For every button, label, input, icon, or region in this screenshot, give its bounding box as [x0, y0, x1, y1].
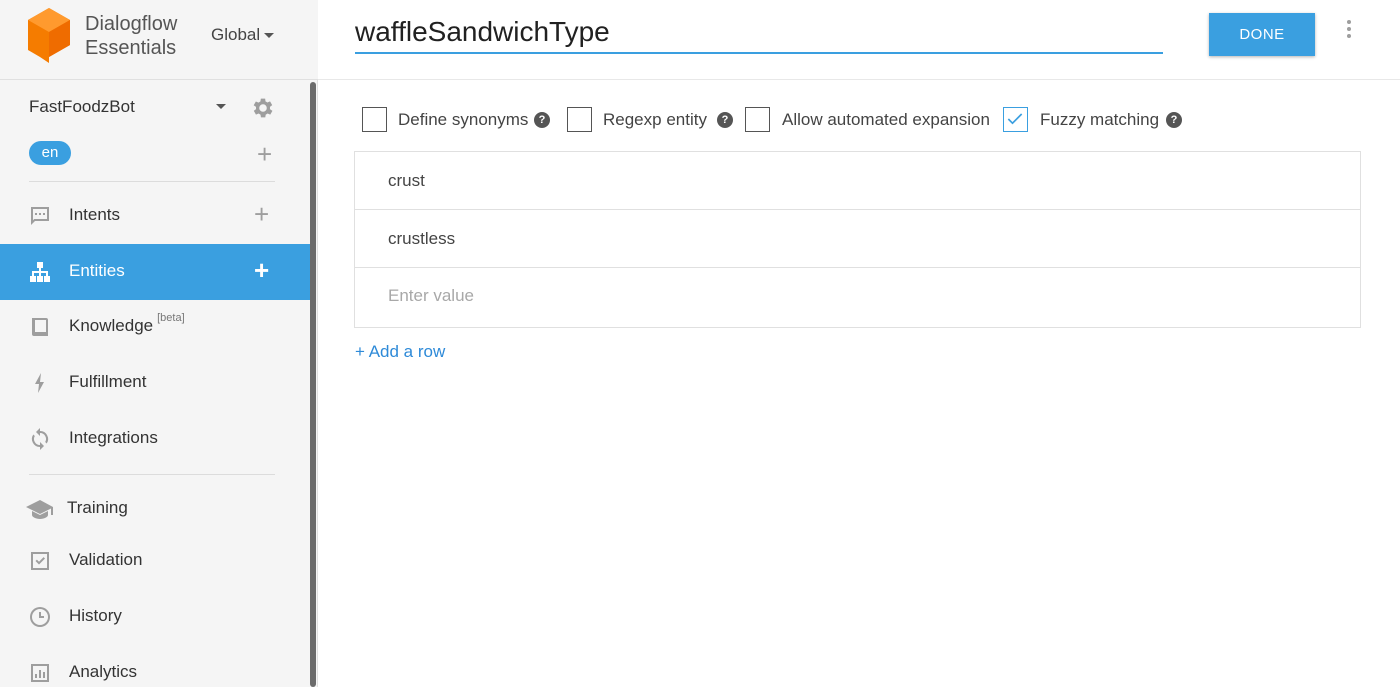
sidebar-item-label: Integrations	[69, 428, 158, 447]
more-options-icon[interactable]	[1344, 20, 1354, 44]
sidebar-item-label: Validation	[69, 550, 143, 569]
sidebar-item-label: History	[69, 606, 122, 625]
done-button[interactable]: DONE	[1209, 13, 1315, 56]
product-name-line2: Essentials	[85, 37, 177, 59]
sync-icon	[31, 428, 49, 450]
knowledge-label: Knowledge	[69, 316, 154, 335]
sidebar-item-label: Entities	[69, 261, 125, 280]
sidebar: Dialogflow Essentials Global FastFoodzBo…	[0, 0, 318, 687]
language-row: en +	[29, 141, 279, 167]
add-entity-icon[interactable]: +	[254, 257, 269, 283]
sidebar-item-knowledge[interactable]: Knowledge [beta]	[0, 299, 312, 355]
option-regexp-entity[interactable]: Regexp entity ?	[567, 107, 733, 135]
add-language-icon[interactable]: +	[257, 141, 272, 167]
bolt-icon	[35, 373, 44, 393]
sidebar-scrollbar[interactable]	[310, 82, 316, 687]
sidebar-divider	[29, 181, 275, 182]
sidebar-item-label: Knowledge [beta]	[69, 312, 185, 336]
option-label: Regexp entity	[603, 110, 707, 129]
entity-name-input[interactable]	[355, 12, 1163, 54]
option-label: Allow automated expansion	[782, 110, 990, 129]
sidebar-item-fulfillment[interactable]: Fulfillment	[0, 355, 312, 411]
bar-chart-icon	[31, 664, 49, 682]
entry-row[interactable]: crustless	[355, 210, 1360, 268]
region-label: Global	[211, 25, 261, 44]
book-icon	[32, 318, 48, 336]
sidebar-item-label: Intents	[69, 205, 121, 224]
sidebar-divider	[29, 474, 275, 475]
clock-icon	[30, 607, 50, 627]
option-allow-automated-expansion[interactable]: Allow automated expansion	[745, 107, 990, 135]
chat-bubble-icon	[31, 207, 49, 225]
add-row-link[interactable]: + Add a row	[355, 342, 445, 362]
help-icon[interactable]: ?	[717, 112, 733, 128]
chevron-down-icon[interactable]	[216, 104, 226, 109]
entity-entries-table: crust crustless	[354, 151, 1361, 328]
agent-selector[interactable]: FastFoodzBot	[29, 95, 279, 119]
sidebar-item-entities[interactable]: Entities +	[0, 244, 312, 300]
agent-name: FastFoodzBot	[29, 97, 135, 116]
graduation-cap-icon	[26, 500, 53, 519]
option-label: Fuzzy matching	[1040, 110, 1160, 129]
sidebar-item-intents[interactable]: Intents +	[0, 188, 312, 244]
entry-value[interactable]: crustless	[388, 229, 455, 249]
sidebar-item-training[interactable]: Training	[0, 481, 312, 537]
sidebar-item-history[interactable]: History	[0, 589, 312, 645]
beta-badge: [beta]	[157, 312, 185, 324]
entity-header: DONE	[318, 0, 1400, 80]
automated-expansion-checkbox[interactable]	[745, 107, 770, 132]
help-icon[interactable]: ?	[534, 112, 550, 128]
sidebar-item-label: Training	[67, 498, 128, 517]
regexp-entity-checkbox[interactable]	[567, 107, 592, 132]
region-selector[interactable]: Global	[211, 25, 275, 45]
option-label: Define synonyms	[398, 110, 529, 129]
chevron-down-icon	[264, 32, 275, 38]
fuzzy-matching-checkbox[interactable]	[1003, 107, 1028, 132]
entry-value[interactable]: crust	[388, 171, 425, 191]
gear-icon[interactable]	[250, 95, 276, 121]
dialogflow-logo-icon	[28, 8, 70, 63]
checkmark-icon	[1007, 113, 1023, 125]
define-synonyms-checkbox[interactable]	[362, 107, 387, 132]
option-fuzzy-matching[interactable]: Fuzzy matching ?	[1003, 107, 1193, 135]
entry-row-new[interactable]	[355, 268, 1360, 327]
brand-header: Dialogflow Essentials Global	[0, 0, 318, 80]
sidebar-item-integrations[interactable]: Integrations	[0, 411, 312, 467]
checkbox-icon	[31, 552, 49, 570]
sidebar-item-label: Fulfillment	[69, 372, 147, 391]
hierarchy-icon	[30, 262, 50, 282]
product-name: Dialogflow Essentials	[85, 12, 177, 60]
sidebar-item-label: Analytics	[69, 662, 138, 681]
sidebar-item-analytics[interactable]: Analytics	[0, 645, 312, 687]
entry-row[interactable]: crust	[355, 152, 1360, 210]
sidebar-item-validation[interactable]: Validation	[0, 533, 312, 589]
option-define-synonyms[interactable]: Define synonyms ?	[362, 107, 552, 135]
new-entry-input[interactable]	[388, 282, 1288, 310]
help-icon[interactable]: ?	[1166, 112, 1182, 128]
add-intent-icon[interactable]: +	[254, 201, 269, 227]
language-chip[interactable]: en	[29, 141, 71, 165]
product-name-line1: Dialogflow	[85, 13, 178, 35]
